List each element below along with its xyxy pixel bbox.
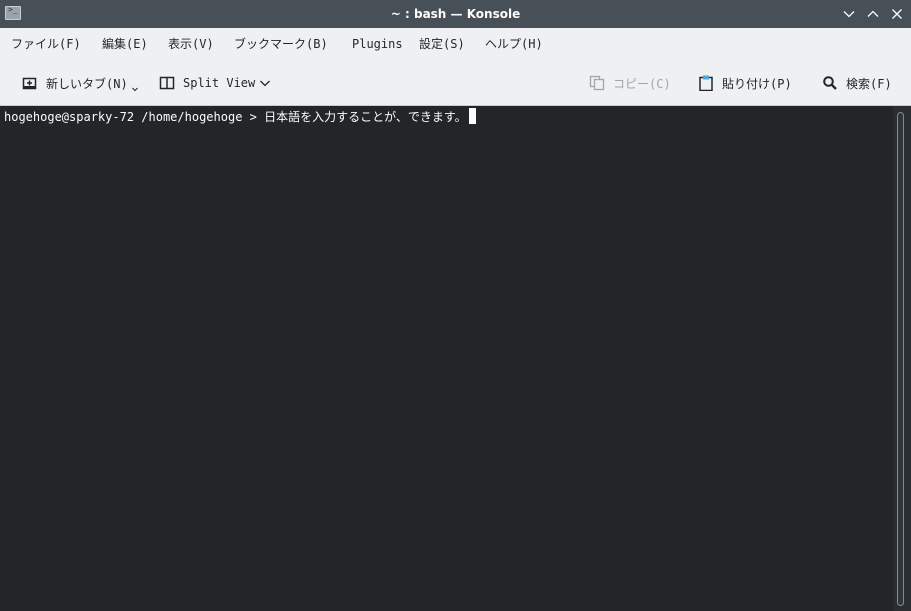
search-icon (822, 75, 838, 91)
menu-bookmarks[interactable]: ブックマーク(B) (234, 28, 328, 61)
menu-plugins[interactable]: Plugins (352, 28, 403, 61)
paste-label: 貼り付け(P) (722, 76, 792, 91)
minimize-button[interactable] (841, 6, 857, 22)
copy-icon (589, 75, 605, 91)
paste-button[interactable]: 貼り付け(P) (698, 61, 792, 105)
new-tab-label: 新しいタブ(N) (46, 76, 128, 91)
text-cursor (468, 108, 476, 124)
terminal-scrollbar[interactable] (893, 106, 911, 611)
chevron-down-icon (132, 87, 138, 92)
menu-help[interactable]: ヘルプ(H) (485, 28, 543, 61)
split-view-label: Split View (183, 76, 256, 90)
split-view-icon (159, 75, 175, 91)
konsole-window: >_ ~ : bash — Konsole ファイル(F) 編集(E) 表示(V… (0, 0, 911, 611)
copy-button[interactable]: コピー(C) (589, 61, 671, 105)
menu-edit[interactable]: 編集(E) (102, 28, 148, 61)
new-tab-dropdown-indicator[interactable] (131, 67, 139, 111)
close-icon (892, 9, 902, 19)
clipboard-icon (698, 75, 714, 91)
menu-view[interactable]: 表示(V) (168, 28, 214, 61)
split-view-dropdown[interactable] (258, 61, 272, 105)
new-tab-button[interactable]: 新しいタブ(N) (22, 61, 128, 105)
search-label: 検索(F) (846, 76, 892, 91)
terminal-area[interactable]: hogehoge@sparky-72 /home/hogehoge > 日本語を… (0, 106, 893, 611)
scrollbar-thumb[interactable] (897, 112, 904, 606)
copy-label: コピー(C) (613, 76, 671, 91)
shell-prompt: hogehoge@sparky-72 /home/hogehoge > (4, 110, 265, 124)
maximize-button[interactable] (865, 6, 881, 22)
terminal-line: hogehoge@sparky-72 /home/hogehoge > 日本語を… (4, 108, 476, 126)
window-title: ~ : bash — Konsole (390, 7, 521, 21)
close-button[interactable] (889, 6, 905, 22)
search-button[interactable]: 検索(F) (822, 61, 892, 105)
chevron-down-icon (260, 80, 270, 87)
menu-bar: ファイル(F) 編集(E) 表示(V) ブックマーク(B) Plugins 設定… (0, 28, 911, 61)
toolbar: 新しいタブ(N) Split View コピー(C) 貼り付け(P) 検索(F) (0, 61, 911, 106)
new-tab-icon (22, 75, 38, 91)
menu-settings[interactable]: 設定(S) (419, 28, 465, 61)
split-view-button[interactable]: Split View (159, 61, 255, 105)
chevron-down-icon (843, 11, 855, 18)
chevron-up-icon (867, 10, 879, 17)
title-bar[interactable]: >_ ~ : bash — Konsole (0, 0, 911, 28)
menu-file[interactable]: ファイル(F) (11, 28, 81, 61)
terminal-input: 日本語を入力することが、できます。 (264, 110, 467, 124)
